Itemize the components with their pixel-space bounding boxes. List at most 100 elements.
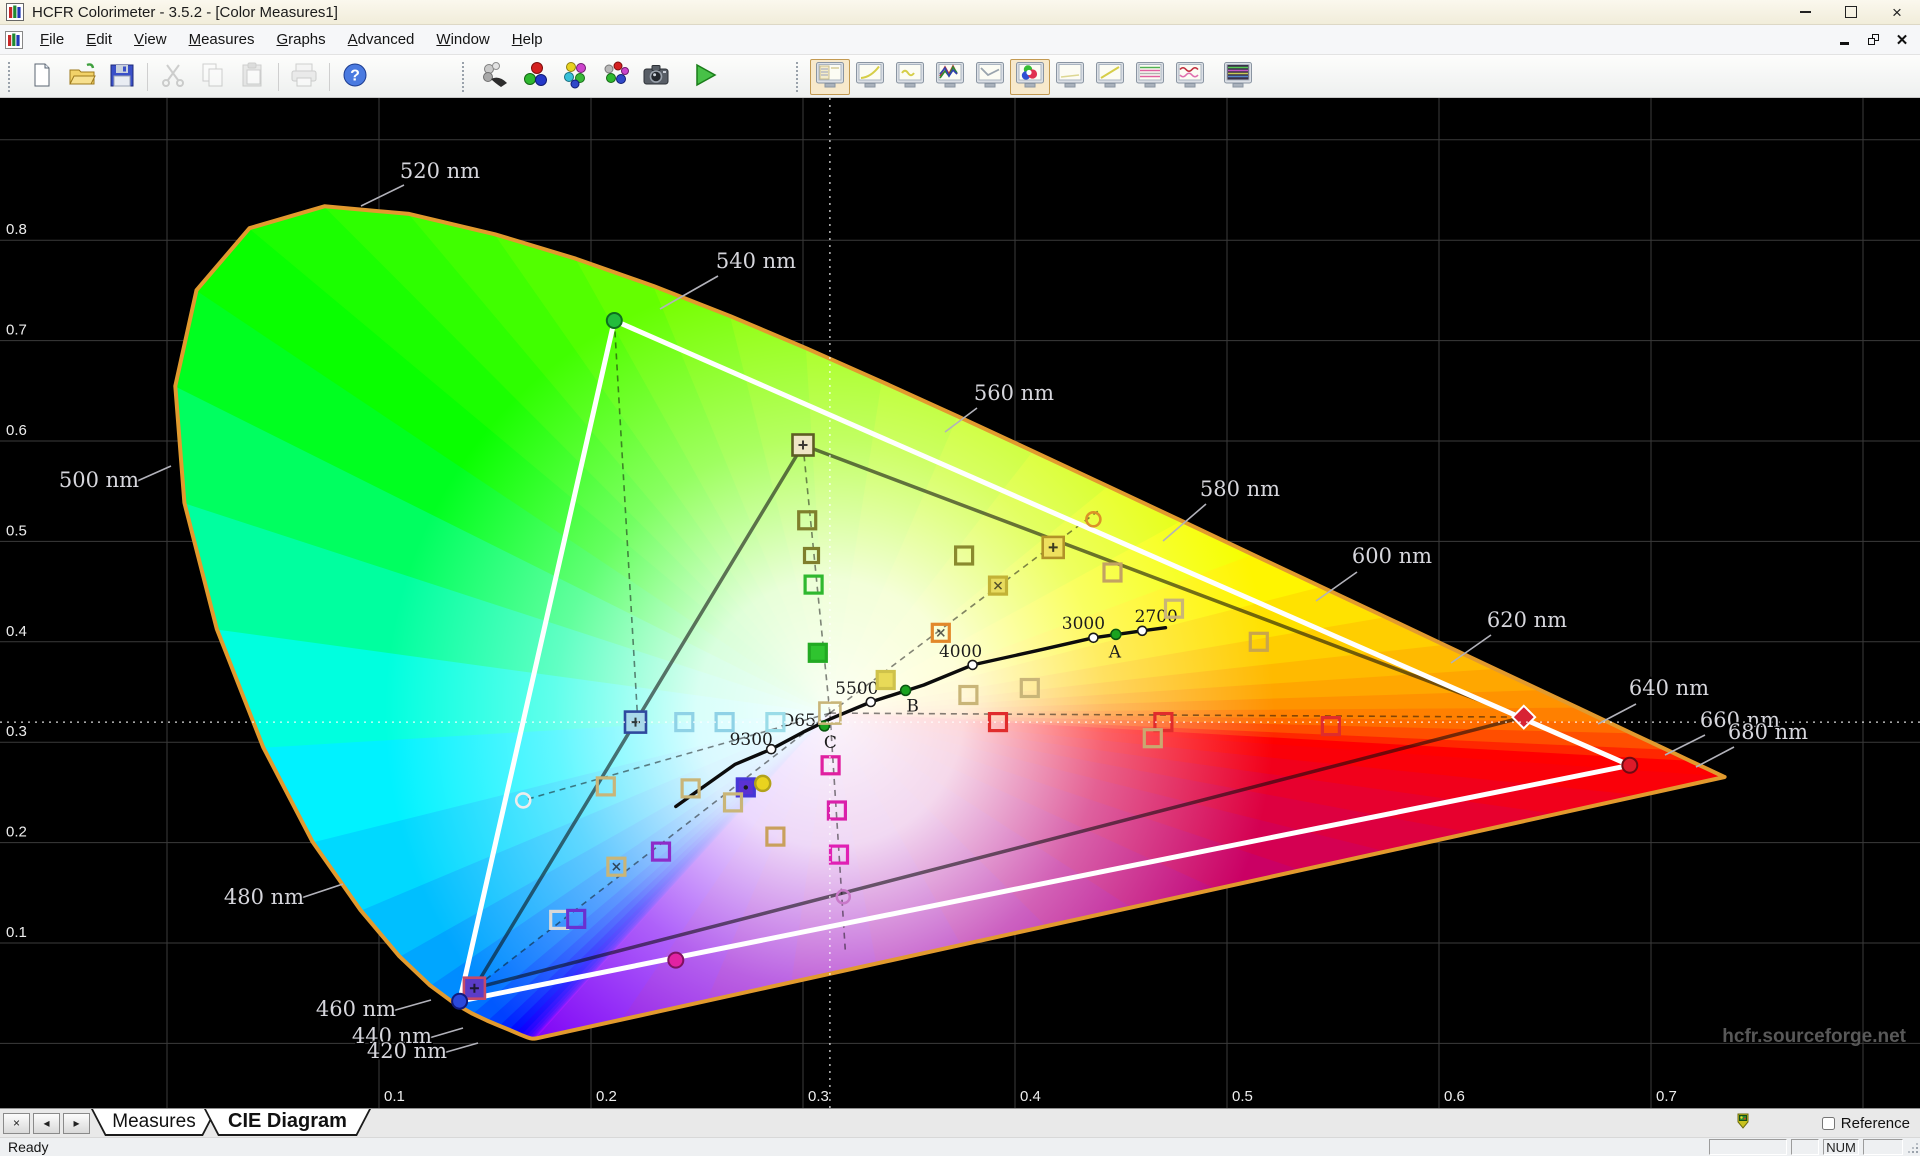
monitor-lum-icon (855, 61, 885, 94)
cie-chart-area[interactable]: 93005500400030002700ABCD65520 nm540 nm56… (0, 98, 1920, 1108)
monitor-waves-icon (1175, 61, 1205, 94)
svg-text:0.2: 0.2 (596, 1088, 617, 1105)
menu-view[interactable]: View (123, 25, 178, 54)
resize-grip[interactable] (1906, 1139, 1920, 1155)
scroll-left-tab-button[interactable]: ◂ (33, 1112, 60, 1134)
svg-text:0.4: 0.4 (1020, 1088, 1041, 1105)
menu-advanced[interactable]: Advanced (337, 25, 426, 54)
menu-items: File Edit View Measures Graphs Advanced Window… (29, 25, 554, 54)
tab-bar: × ◂ ▸ Measures CIE Diagram Reference (0, 1108, 1920, 1137)
svg-text:3000: 3000 (1062, 614, 1105, 634)
free-measure-button[interactable] (596, 59, 636, 95)
svg-text:0.1: 0.1 (384, 1088, 405, 1105)
tab-cie-diagram[interactable]: CIE Diagram (204, 1109, 371, 1136)
close-button[interactable]: × (1874, 0, 1920, 24)
toolbar-gripper (462, 62, 468, 92)
svg-text:0.1: 0.1 (6, 924, 27, 941)
watermark: hcfr.sourceforge.net (1722, 1026, 1906, 1047)
save-file-button[interactable] (102, 59, 142, 95)
svg-text:0.3: 0.3 (808, 1088, 829, 1105)
tab-measures[interactable]: Measures (91, 1109, 217, 1136)
title-bar: HCFR Colorimeter - 3.5.2 - [Color Measur… (0, 0, 1920, 25)
svg-text:0.6: 0.6 (1444, 1088, 1465, 1105)
scroll-right-tab-button[interactable]: ▸ (63, 1112, 90, 1134)
menu-window[interactable]: Window (425, 25, 500, 54)
view-nearwhite-button[interactable] (1050, 59, 1090, 95)
svg-text:460 nm: 460 nm (316, 997, 396, 1021)
menu-measures[interactable]: Measures (178, 25, 266, 54)
cut-button[interactable] (153, 59, 193, 95)
svg-text:0.6: 0.6 (6, 422, 27, 439)
svg-text:0.5: 0.5 (6, 522, 27, 539)
svg-text:680 nm: 680 nm (1728, 720, 1808, 744)
svg-text:600 nm: 600 nm (1352, 544, 1432, 568)
mdi-close-button[interactable]: ✕ (1892, 31, 1912, 49)
monitor-spectrum-icon (1223, 61, 1253, 94)
maximize-button[interactable] (1828, 0, 1874, 24)
view-measures-grid-button[interactable] (810, 59, 850, 95)
monitor-curve-icon (975, 61, 1005, 94)
menu-graphs[interactable]: Graphs (265, 25, 336, 54)
primaries-measure-button[interactable] (556, 59, 596, 95)
about-help-button[interactable]: ? (335, 59, 375, 95)
svg-text:480 nm: 480 nm (224, 885, 304, 909)
toolbar: ? (0, 55, 1920, 98)
paste-icon (238, 61, 268, 94)
view-luminance-button[interactable] (850, 59, 890, 95)
cie-diagram: 93005500400030002700ABCD65520 nm540 nm56… (0, 98, 1920, 1108)
svg-text:A: A (1108, 642, 1122, 662)
toolbar-separator (329, 63, 330, 91)
view-rgb-levels-button[interactable] (1130, 59, 1170, 95)
app-icon (6, 3, 24, 21)
monitor-rgbzig-icon (935, 61, 965, 94)
monitor-plain-icon (1055, 61, 1085, 94)
menu-file[interactable]: File (29, 25, 75, 54)
reference-checkbox[interactable] (1821, 1116, 1835, 1130)
svg-text:0.8: 0.8 (6, 221, 27, 238)
print-button[interactable] (284, 59, 324, 95)
new-file-button[interactable] (22, 59, 62, 95)
toolbar-separator (147, 63, 148, 91)
snapshot-button[interactable] (636, 59, 676, 95)
svg-text:620 nm: 620 nm (1487, 608, 1567, 632)
primary-balls-icon (561, 61, 591, 94)
view-spectrum-button[interactable] (1218, 59, 1258, 95)
copy-button[interactable] (193, 59, 233, 95)
view-color-temp-button[interactable] (1170, 59, 1210, 95)
view-nearblack-button[interactable] (970, 59, 1010, 95)
menu-edit[interactable]: Edit (75, 25, 123, 54)
play-icon (689, 61, 719, 94)
view-gamma-button[interactable] (890, 59, 930, 95)
measure-toolbar-group (462, 59, 724, 95)
folder-icon (67, 61, 97, 94)
minimize-button[interactable] (1782, 0, 1828, 24)
printer-icon (289, 61, 319, 94)
camera-icon (641, 61, 671, 94)
grayscale-measure-button[interactable] (516, 59, 556, 95)
monitor-wave-icon (895, 61, 925, 94)
sensor-balls-icon (481, 61, 511, 94)
close-view-tab-button[interactable]: × (3, 1112, 30, 1134)
svg-text:?: ? (350, 67, 360, 84)
menu-help[interactable]: Help (501, 25, 554, 54)
toolbar-gripper (796, 62, 802, 92)
open-file-button[interactable] (62, 59, 102, 95)
view-contrast-button[interactable] (1090, 59, 1130, 95)
view-cie-diagram-button[interactable] (1010, 59, 1050, 95)
paste-button[interactable] (233, 59, 273, 95)
svg-text:580 nm: 580 nm (1200, 477, 1280, 501)
mdi-restore-button[interactable] (1863, 31, 1883, 49)
status-cell-num: NUM (1823, 1139, 1859, 1155)
tab-nav: × ◂ ▸ (0, 1112, 90, 1134)
blue-measure (451, 992, 469, 1010)
monitor-table-icon (815, 61, 845, 94)
document-icon[interactable] (5, 30, 23, 49)
help-icon: ? (340, 61, 370, 94)
view-rgb-histogram-button[interactable] (930, 59, 970, 95)
multi-balls-icon (601, 61, 631, 94)
measurement-point (753, 774, 772, 793)
mdi-minimize-button[interactable] (1834, 31, 1854, 49)
run-measures-button[interactable] (684, 59, 724, 95)
sensor-settings-button[interactable] (476, 59, 516, 95)
toolbar-gripper (8, 62, 14, 92)
